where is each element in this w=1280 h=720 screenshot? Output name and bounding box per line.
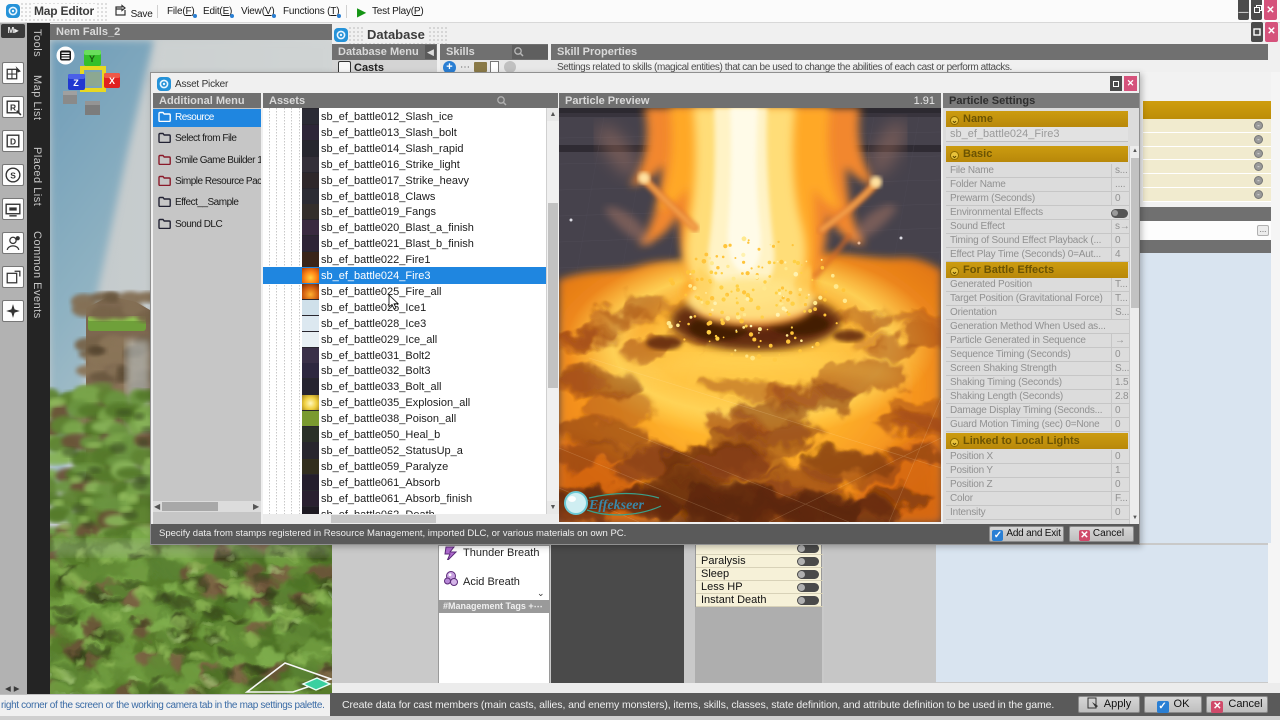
svg-text:Effekseer: Effekseer (588, 498, 644, 513)
svg-text:Z: Z (73, 78, 79, 88)
svg-text:X: X (109, 76, 115, 86)
svg-text:R: R (10, 103, 16, 113)
svg-text:Y: Y (89, 54, 95, 64)
svg-text:D: D (10, 137, 16, 147)
svg-text:S: S (10, 171, 16, 181)
